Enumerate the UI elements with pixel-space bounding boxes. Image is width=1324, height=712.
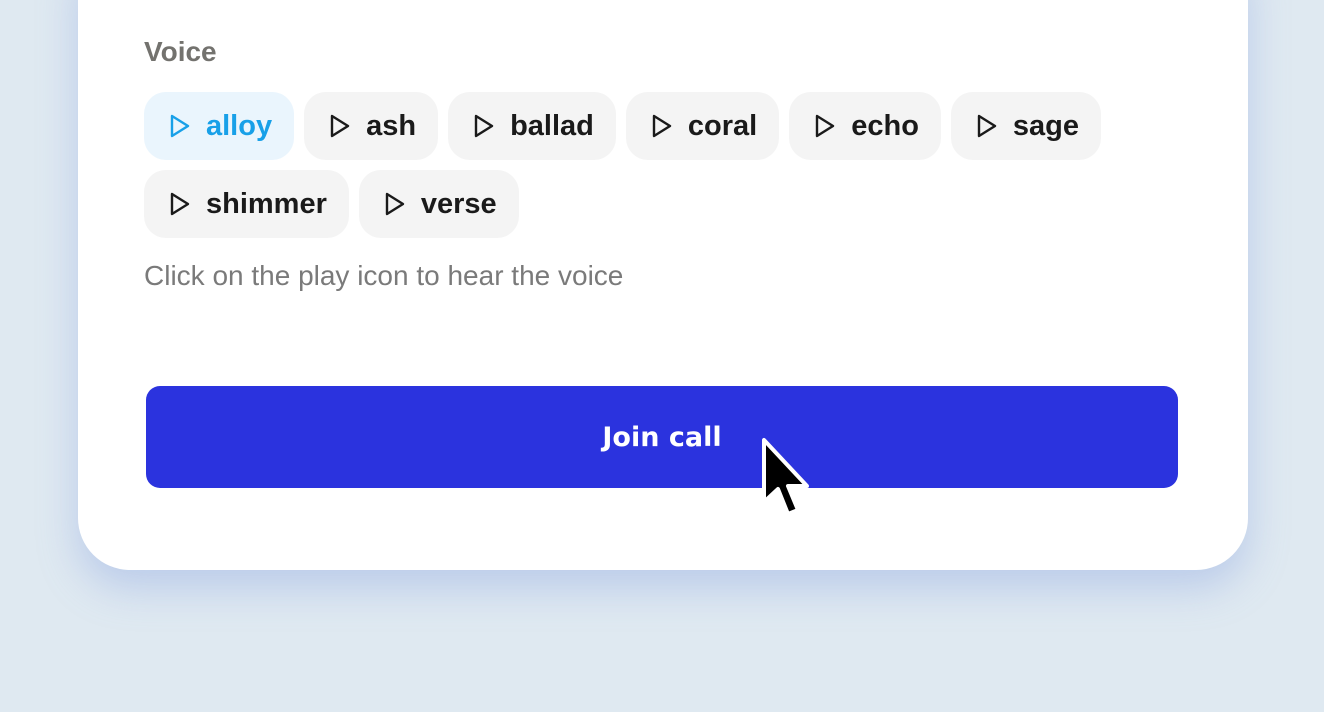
voice-option-shimmer[interactable]: shimmer xyxy=(144,170,349,238)
voice-option-ballad[interactable]: ballad xyxy=(448,92,616,160)
voice-hint: Click on the play icon to hear the voice xyxy=(144,260,624,291)
voice-option-label: ballad xyxy=(510,109,594,142)
voice-option-label: sage xyxy=(1012,109,1080,142)
play-icon[interactable] xyxy=(472,113,496,139)
voice-option-label: shimmer xyxy=(206,187,327,220)
voice-option-label: alloy xyxy=(206,109,273,142)
play-icon[interactable] xyxy=(168,113,192,139)
play-icon[interactable] xyxy=(383,191,407,217)
play-icon[interactable] xyxy=(168,191,192,217)
voice-option-label: verse xyxy=(420,187,497,220)
play-icon[interactable] xyxy=(975,113,999,139)
voice-option-echo[interactable]: echo xyxy=(789,92,941,160)
settings-card: Voice alloy ash ballad coral echo sage s xyxy=(78,0,1248,570)
play-icon[interactable] xyxy=(650,113,674,139)
join-call-button[interactable]: Join call xyxy=(146,386,1178,488)
voice-option-label: echo xyxy=(851,109,919,142)
voice-option-sage[interactable]: sage xyxy=(950,92,1102,160)
voice-option-coral[interactable]: coral xyxy=(625,92,780,160)
voice-options: alloy ash ballad coral echo sage shimmer xyxy=(144,92,1144,238)
play-icon[interactable] xyxy=(813,113,837,139)
voice-section-label: Voice xyxy=(144,36,217,67)
voice-option-verse[interactable]: verse xyxy=(358,170,519,238)
voice-option-label: coral xyxy=(687,109,758,142)
voice-option-label: ash xyxy=(366,109,417,142)
voice-option-alloy[interactable]: alloy xyxy=(144,92,295,160)
voice-option-ash[interactable]: ash xyxy=(304,92,439,160)
play-icon[interactable] xyxy=(328,113,352,139)
